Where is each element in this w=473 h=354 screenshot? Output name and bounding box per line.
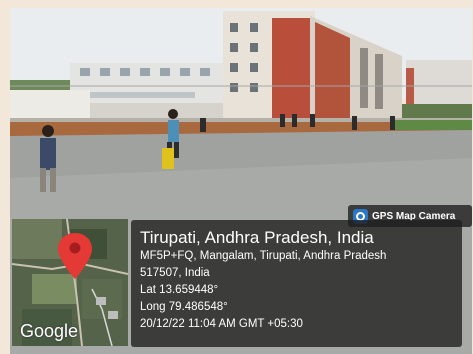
address-line-2: 517507, India	[140, 267, 210, 279]
location-title: Tirupati, Andhra Pradesh, India	[140, 228, 374, 247]
latitude: Lat 13.659448°	[140, 284, 219, 296]
location-info-panel: Tirupati, Andhra Pradesh, India MF5P+FQ,…	[131, 220, 462, 347]
address-line-1: MF5P+FQ, Mangalam, Tirupati, Andhra Prad…	[140, 250, 387, 262]
mini-map: Google	[12, 219, 128, 346]
longitude: Long 79.486548°	[140, 301, 228, 313]
photo-frame: GPS Map Camera Google Tirupati, Andhra P…	[0, 0, 473, 354]
google-logo: Google	[20, 321, 79, 341]
datetime: 20/12/22 11:04 AM GMT +05:30	[140, 318, 303, 330]
